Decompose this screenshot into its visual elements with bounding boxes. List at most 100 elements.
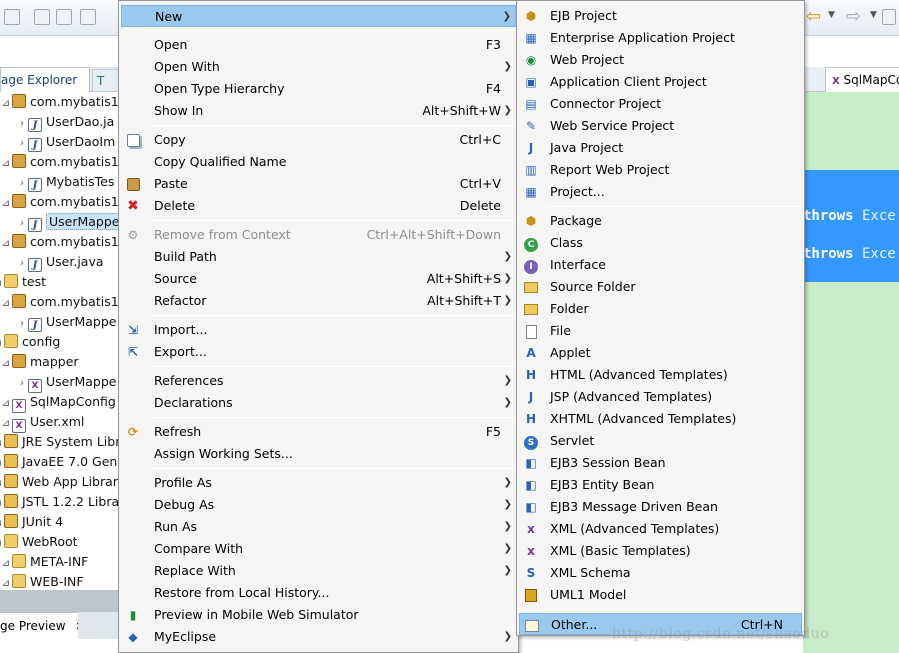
- menu-item-copy[interactable]: Copy Ctrl+C: [121, 129, 516, 151]
- tab-hierarchy[interactable]: T: [92, 69, 120, 92]
- menu-item-restore-from-local-history[interactable]: Restore from Local History...: [121, 582, 516, 604]
- menu-item-html-advanced[interactable]: H HTML (Advanced Templates): [519, 364, 802, 386]
- tree-item[interactable]: ⊿ META-INF: [0, 552, 88, 572]
- tree-expand-icon[interactable]: ⊿: [0, 154, 12, 174]
- tree-expand-icon[interactable]: ⊿: [0, 554, 12, 574]
- tab-sqlmapconfig[interactable]: X SqlMapCon: [825, 67, 899, 92]
- tree-item[interactable]: ⊿ mapper: [0, 352, 79, 372]
- horizontal-scrollbar[interactable]: [0, 590, 120, 612]
- menu-item-copy-qualified-name[interactable]: Copy Qualified Name: [121, 151, 516, 173]
- tree-expand-icon[interactable]: ⊿: [0, 194, 12, 214]
- tree-item[interactable]: › J UserMappe: [16, 212, 120, 232]
- menu-item-open[interactable]: Open F3: [121, 34, 516, 56]
- menu-item-report-web-project[interactable]: ▥ Report Web Project: [519, 159, 802, 181]
- menu-item-debug-as[interactable]: Debug As ❯: [121, 494, 516, 516]
- menu-item-paste[interactable]: Paste Ctrl+V: [121, 173, 516, 195]
- menu-item-ejb-project[interactable]: ⬢ EJB Project: [519, 5, 802, 27]
- menu-item-build-path[interactable]: Build Path ❯: [121, 246, 516, 268]
- menu-item-ejb3-message-driven-bean[interactable]: ◧ EJB3 Message Driven Bean: [519, 496, 802, 518]
- tree-item[interactable]: ⊿config: [0, 332, 60, 352]
- tree-item[interactable]: ⊿Web App Librarie: [0, 472, 120, 492]
- menu-item-ejb3-session-bean[interactable]: ◧ EJB3 Session Bean: [519, 452, 802, 474]
- menu-item-refresh[interactable]: ⟳ Refresh F5: [121, 421, 516, 443]
- menu-item-profile-as[interactable]: Profile As ❯: [121, 472, 516, 494]
- tree-item[interactable]: ⊿ com.mybatis1.: [0, 152, 120, 172]
- menu-item-interface[interactable]: I Interface: [519, 254, 802, 276]
- menu-item-assign-working-sets[interactable]: Assign Working Sets...: [121, 443, 516, 465]
- print-icon[interactable]: [80, 9, 96, 25]
- menu-item-package[interactable]: ⬢ Package: [519, 210, 802, 232]
- tree-item[interactable]: ⊿JSTL 1.2.2 Library: [0, 492, 120, 512]
- tree-item[interactable]: ⊿test: [0, 272, 46, 292]
- menu-item-source-folder[interactable]: Source Folder: [519, 276, 802, 298]
- tree-expand-icon[interactable]: ›: [16, 214, 28, 234]
- tree-item[interactable]: ⊿JUnit 4: [0, 512, 63, 532]
- menu-item-new[interactable]: New ❯: [121, 5, 516, 27]
- back-arrow-icon[interactable]: ⇦: [806, 6, 821, 27]
- menu-item-export[interactable]: ⇱ Export...: [121, 341, 516, 363]
- menu-item-source[interactable]: Source Alt+Shift+S ❯: [121, 268, 516, 290]
- menu-item-application-client-project[interactable]: ▣ Application Client Project: [519, 71, 802, 93]
- menu-item-project[interactable]: ▦ Project...: [519, 181, 802, 203]
- tree-item[interactable]: › J UserDao.ja: [16, 112, 114, 132]
- menu-item-folder[interactable]: Folder: [519, 298, 802, 320]
- tree-item[interactable]: ⊿JavaEE 7.0 Generi: [0, 452, 120, 472]
- menu-item-xml-advanced[interactable]: x XML (Advanced Templates): [519, 518, 802, 540]
- tree-expand-icon[interactable]: ›: [16, 114, 28, 134]
- tree-item[interactable]: › J MybatisTes: [16, 172, 114, 192]
- tree-item[interactable]: ⊿ X SqlMapConfig: [0, 392, 116, 413]
- tree-expand-icon[interactable]: ⊿: [0, 94, 12, 114]
- tree-expand-icon[interactable]: ⊿: [0, 414, 12, 434]
- menu-item-references[interactable]: References ❯: [121, 370, 516, 392]
- tree-item[interactable]: ⊿WebRoot: [0, 532, 78, 552]
- menu-item-uml1-model[interactable]: UML1 Model: [519, 584, 802, 606]
- tree-item[interactable]: ⊿ X User.xml: [0, 412, 84, 434]
- save-all-icon[interactable]: [56, 9, 72, 25]
- menu-item-class[interactable]: C Class: [519, 232, 802, 254]
- toolbar-button-icon[interactable]: [4, 9, 20, 25]
- save-icon[interactable]: [34, 9, 50, 25]
- tree-item[interactable]: › J UserDaoIm: [16, 132, 115, 152]
- menu-item-xml-schema[interactable]: S XML Schema: [519, 562, 802, 584]
- menu-item-open-type-hierarchy[interactable]: Open Type Hierarchy F4: [121, 78, 516, 100]
- menu-item-web-project[interactable]: ◉ Web Project: [519, 49, 802, 71]
- menu-item-refactor[interactable]: Refactor Alt+Shift+T ❯: [121, 290, 516, 312]
- tree-expand-icon[interactable]: ›: [16, 254, 28, 274]
- menu-item-preview-mobile[interactable]: ▮ Preview in Mobile Web Simulator: [121, 604, 516, 626]
- tree-item[interactable]: › X UserMappe: [16, 372, 117, 394]
- tree-item[interactable]: ⊿ com.mybatis1.: [0, 192, 120, 212]
- tab-package-explorer[interactable]: age Explorer: [0, 67, 90, 92]
- tree-expand-icon[interactable]: ›: [16, 134, 28, 154]
- chevron-down-icon[interactable]: ▼: [828, 10, 835, 20]
- chevron-down-icon[interactable]: ▼: [870, 10, 877, 20]
- menu-item-open-with[interactable]: Open With ❯: [121, 56, 516, 78]
- menu-item-show-in[interactable]: Show In Alt+Shift+W ❯: [121, 100, 516, 122]
- menu-item-jsp-advanced[interactable]: J JSP (Advanced Templates): [519, 386, 802, 408]
- tree-item[interactable]: › J User.java: [16, 252, 104, 272]
- tree-expand-icon[interactable]: ⊿: [0, 234, 12, 254]
- menu-item-enterprise-application-project[interactable]: ▦ Enterprise Application Project: [519, 27, 802, 49]
- tree-item[interactable]: ⊿JRE System Librar: [0, 432, 120, 452]
- menu-item-delete[interactable]: ✖ Delete Delete: [121, 195, 516, 217]
- menu-item-java-project[interactable]: J Java Project: [519, 137, 802, 159]
- menu-item-replace-with[interactable]: Replace With ❯: [121, 560, 516, 582]
- menu-item-connector-project[interactable]: ▤ Connector Project: [519, 93, 802, 115]
- menu-item-web-service-project[interactable]: ✎ Web Service Project: [519, 115, 802, 137]
- menu-item-servlet[interactable]: S Servlet: [519, 430, 802, 452]
- tree-expand-icon[interactable]: ›: [16, 374, 28, 394]
- menu-item-compare-with[interactable]: Compare With ❯: [121, 538, 516, 560]
- tree-item[interactable]: ⊿ WEB-INF: [0, 572, 84, 592]
- menu-item-ejb3-entity-bean[interactable]: ◧ EJB3 Entity Bean: [519, 474, 802, 496]
- forward-arrow-icon[interactable]: ⇨: [846, 6, 861, 27]
- menu-item-run-as[interactable]: Run As ❯: [121, 516, 516, 538]
- tree-item[interactable]: ⊿ com.mybatis1.: [0, 92, 120, 112]
- menu-item-file[interactable]: File: [519, 320, 802, 342]
- menu-item-myeclipse[interactable]: ◆ MyEclipse ❯: [121, 626, 516, 648]
- menu-item-declarations[interactable]: Declarations ❯: [121, 392, 516, 414]
- tree-expand-icon[interactable]: ⊿: [0, 354, 12, 374]
- tree-item[interactable]: › J UserMappe: [16, 312, 117, 332]
- tree-expand-icon[interactable]: ›: [16, 174, 28, 194]
- tree-item[interactable]: ⊿ com.mybatis1.: [0, 232, 120, 252]
- toolbar-button-icon[interactable]: [882, 9, 896, 25]
- tree-expand-icon[interactable]: ⊿: [0, 294, 12, 314]
